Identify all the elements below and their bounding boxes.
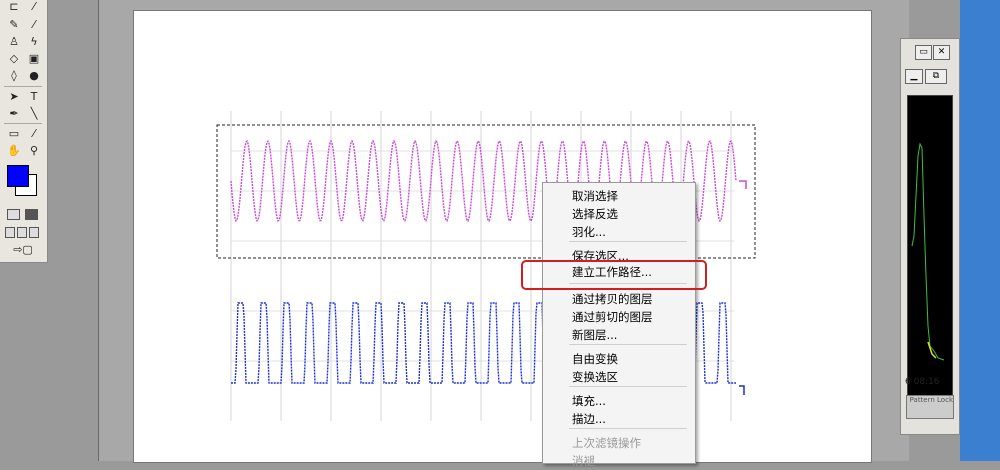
menu-item-fill[interactable]: 填充... — [572, 392, 606, 410]
pattern-lock-button[interactable]: Pattern Lock — [906, 395, 954, 419]
brush-icon[interactable]: ✎ — [4, 18, 24, 32]
menu-separator — [569, 344, 687, 345]
menu-item-stroke[interactable]: 描边... — [572, 410, 606, 428]
zoom-icon[interactable]: ⚲ — [24, 144, 44, 158]
blur-icon[interactable]: ◊ — [4, 69, 24, 83]
menu-item-transform-selection[interactable]: 变换选区 — [572, 368, 618, 386]
pen-icon[interactable]: ✒ — [4, 107, 24, 121]
channel-2-marker — [739, 385, 745, 395]
scope-window: ▭ ✕ ▁ ⧉ 6 08:16 Pattern Lock — [900, 38, 960, 435]
quickmask-mode-icon[interactable] — [25, 209, 38, 220]
slice-icon[interactable]: ⁄ — [24, 0, 44, 14]
toolbox: ⊏ ⁄ ✎ ⁄ ♙ ϟ ◇ ▣ ◊ ● ➤ T ✒ ╲ ▭ ⁄ ✋ ⚲ ⇨▢ — [0, 0, 48, 263]
foreground-color-swatch[interactable] — [7, 165, 29, 187]
workspace: ⊏ ⁄ ✎ ⁄ ♙ ϟ ◇ ▣ ◊ ● ➤ T ✒ ╲ ▭ ⁄ ✋ ⚲ ⇨▢ ▭ — [0, 0, 1000, 468]
image-canvas[interactable] — [133, 10, 872, 463]
menu-item-layer-via-cut[interactable]: 通过剪切的图层 — [572, 308, 653, 326]
menu-item-select-inverse[interactable]: 选择反选 — [572, 205, 618, 223]
standard-mode-icon[interactable] — [7, 209, 20, 220]
menu-separator — [569, 428, 687, 429]
screen-mode-full-menu-icon[interactable] — [17, 227, 27, 238]
menu-separator — [569, 241, 687, 242]
menu-item-feather[interactable]: 羽化... — [572, 223, 606, 241]
crop-icon[interactable]: ⊏ — [4, 0, 24, 14]
menu-item-deselect[interactable]: 取消选择 — [572, 187, 618, 205]
menu-separator — [569, 386, 687, 387]
gradient-icon[interactable]: ▣ — [24, 52, 44, 66]
scope-waveform — [911, 142, 945, 361]
menu-item-layer-via-copy[interactable]: 通过拷贝的图层 — [572, 290, 653, 308]
line-icon[interactable]: ╲ — [24, 107, 44, 121]
menu-item-last-filter[interactable]: 上次滤镜操作 — [572, 434, 641, 452]
hand-icon[interactable]: ✋ — [4, 144, 24, 158]
context-menu: 取消选择 选择反选 羽化... 保存选区... 建立工作路径... 通过拷贝的图层 通过剪切… — [542, 182, 696, 468]
desktop-edge — [960, 0, 1000, 461]
stamp-icon[interactable]: ♙ — [4, 35, 24, 49]
jump-to-imageready-icon[interactable]: ⇨▢ — [8, 243, 38, 257]
close-icon[interactable]: ✕ — [933, 45, 950, 60]
menu-item-free-transform[interactable]: 自由变换 — [572, 350, 618, 368]
canvas-graphics — [216, 111, 756, 421]
time-readout: 6 08:16 — [905, 377, 940, 387]
screen-mode-full-icon[interactable] — [29, 227, 39, 238]
path-select-icon[interactable]: ➤ — [4, 90, 24, 104]
scope-screen — [907, 95, 953, 407]
minimize-button[interactable]: ▭ — [915, 45, 932, 60]
restore-button[interactable]: ▁ — [905, 69, 923, 84]
type-icon[interactable]: T — [24, 90, 44, 104]
heal-icon[interactable]: ⁄ — [24, 18, 44, 32]
dodge-icon[interactable]: ● — [24, 69, 44, 83]
channel-1-marker — [739, 180, 747, 189]
menu-item-new-layer[interactable]: 新图层... — [572, 326, 617, 344]
toolbox-divider — [4, 86, 42, 87]
menu-item-fade[interactable]: 消褪 — [572, 452, 595, 470]
maximize-button[interactable]: ⧉ — [925, 69, 947, 84]
history-brush-icon[interactable]: ϟ — [24, 35, 44, 49]
screen-mode-standard-icon[interactable] — [5, 227, 15, 238]
toolbox-divider — [4, 123, 42, 124]
eyedropper-icon[interactable]: ⁄ — [24, 127, 44, 141]
highlight-annotation — [521, 260, 707, 290]
notes-icon[interactable]: ▭ — [4, 127, 24, 141]
eraser-icon[interactable]: ◇ — [4, 52, 24, 66]
